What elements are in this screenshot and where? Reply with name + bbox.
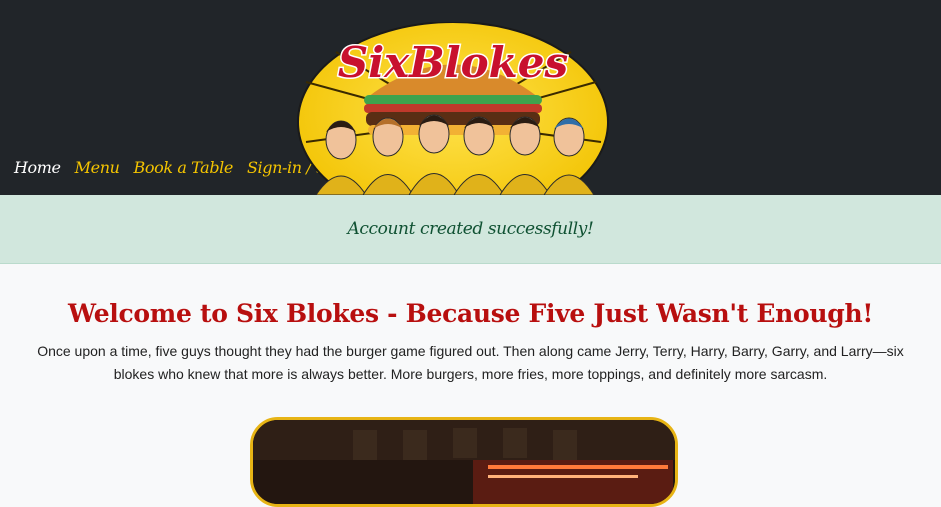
site-logo[interactable]: SixBlokes: [296, 22, 610, 195]
restaurant-photo-image: [253, 420, 675, 504]
logo-wordmark: SixBlokes: [338, 38, 568, 87]
nav-home-link[interactable]: Home: [14, 158, 61, 177]
intro-paragraph: Once upon a time, five guys thought they…: [37, 343, 904, 382]
success-alert: Account created successfully!: [0, 195, 941, 264]
nav-menu-link[interactable]: Menu: [75, 158, 120, 177]
alert-message: Account created successfully!: [347, 219, 594, 239]
site-header: Home Menu Book a Table Sign-in / Sign-up: [0, 0, 941, 195]
nav-book-table-link[interactable]: Book a Table: [134, 158, 234, 177]
page-title: Welcome to Six Blokes - Because Five Jus…: [67, 299, 874, 328]
restaurant-photo: [250, 417, 678, 507]
